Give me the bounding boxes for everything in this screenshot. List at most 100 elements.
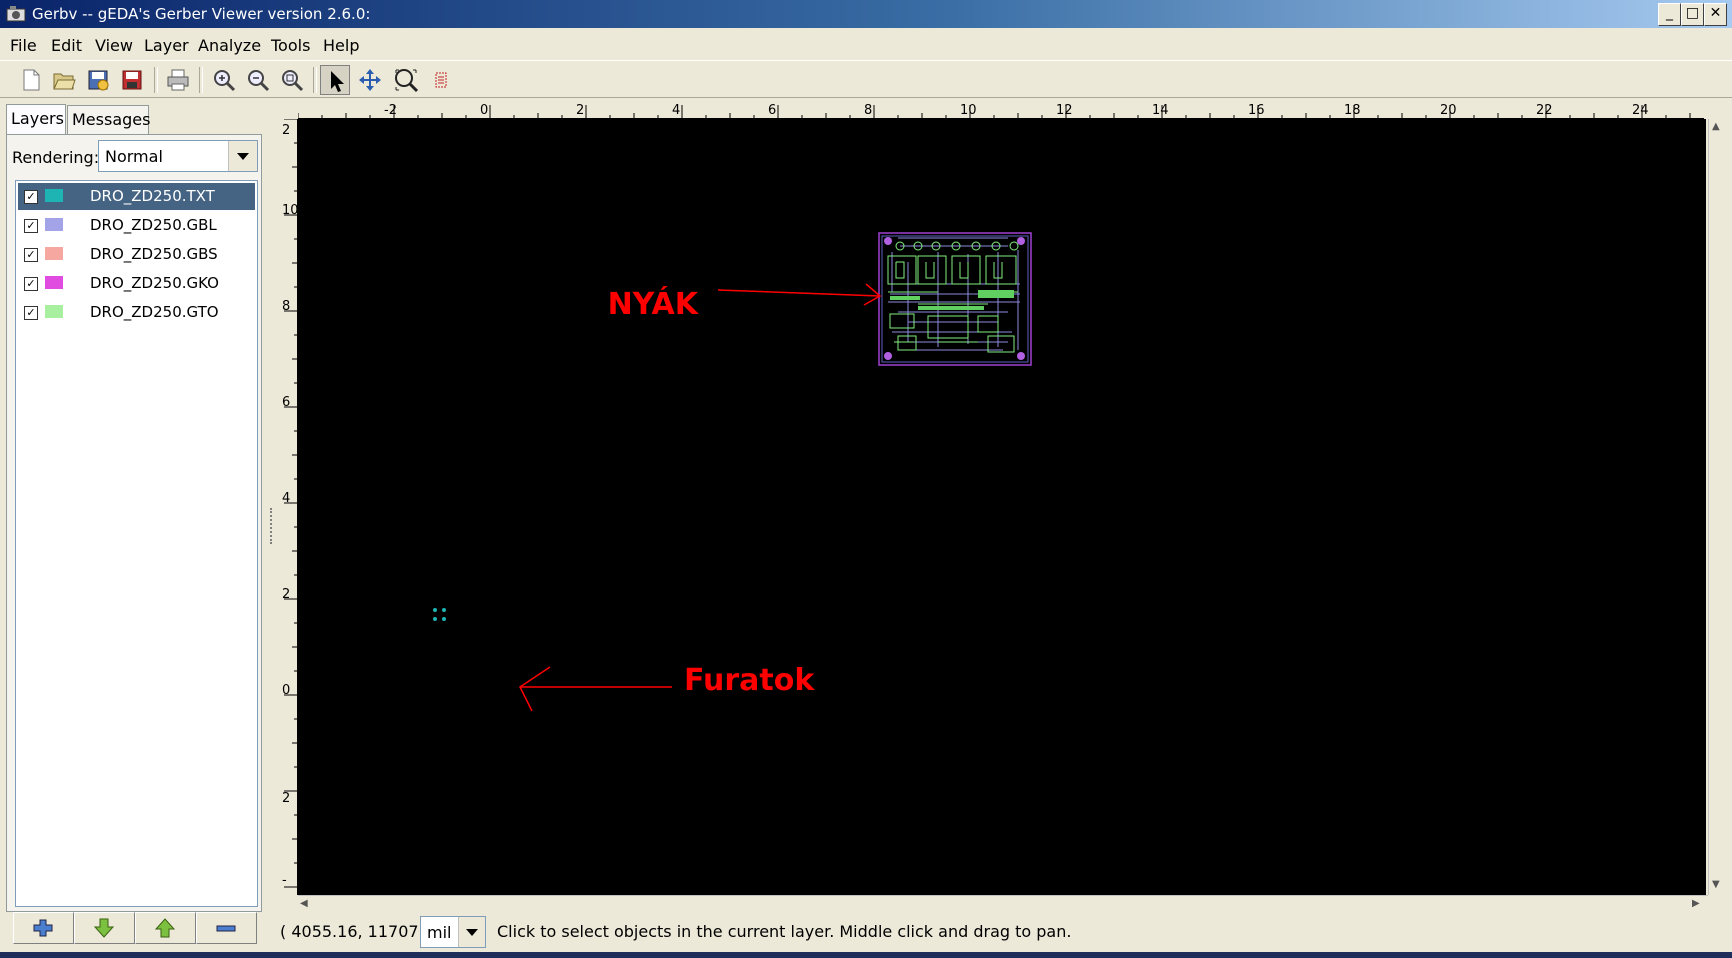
- layer-color-swatch[interactable]: [45, 305, 63, 318]
- menu-view[interactable]: View: [95, 36, 133, 55]
- toolbar-separator: [154, 67, 158, 93]
- ruler-label: 6: [282, 395, 291, 410]
- ruler-label: 12: [1056, 103, 1073, 118]
- maximize-button[interactable]: □: [1681, 3, 1704, 26]
- horizontal-scrollbar[interactable]: ◀ ▶: [298, 895, 1708, 911]
- ruler-label: 4: [672, 103, 681, 118]
- layer-name: DRO_ZD250.GKO: [90, 274, 219, 292]
- cursor-coordinates: ( 4055.16, 11707.: [280, 922, 424, 941]
- ruler-label: 6: [768, 103, 777, 118]
- scroll-right-icon[interactable]: ▶: [1692, 898, 1700, 909]
- tab-layers[interactable]: Layers: [6, 104, 66, 135]
- taskbar-strip: [0, 952, 1732, 958]
- menu-help[interactable]: Help: [323, 36, 359, 55]
- ruler-label: 14: [1152, 103, 1169, 118]
- ruler-label: 24: [1632, 103, 1649, 118]
- menu-bar: File Edit View Layer Analyze Tools Help: [0, 31, 1732, 59]
- move-layer-down-button[interactable]: [74, 912, 135, 944]
- menu-tools[interactable]: Tools: [271, 36, 310, 55]
- layer-color-swatch[interactable]: [45, 218, 63, 231]
- ruler-label: 2: [282, 791, 291, 806]
- ruler-label: -2: [384, 103, 397, 118]
- zoom-tool-icon[interactable]: [391, 65, 421, 95]
- layer-visible-checkbox[interactable]: ✓: [24, 190, 38, 204]
- measure-tool-icon[interactable]: [427, 65, 457, 95]
- print-icon[interactable]: [163, 65, 193, 95]
- toolbar-separator: [313, 67, 317, 93]
- minimize-button[interactable]: _: [1658, 3, 1681, 26]
- ruler-label: 10: [282, 203, 298, 218]
- ruler-label: 0: [480, 103, 489, 118]
- layer-row[interactable]: ✓ DRO_ZD250.TXT: [18, 183, 255, 210]
- layer-visible-checkbox[interactable]: ✓: [24, 306, 38, 320]
- open-icon[interactable]: [49, 65, 79, 95]
- pcb-label: NYÁK: [607, 287, 698, 322]
- layer-color-swatch[interactable]: [45, 276, 63, 289]
- move-layer-up-icon: [154, 918, 176, 938]
- layer-row[interactable]: ✓ DRO_ZD250.GTO: [18, 299, 255, 326]
- toolbar-separator: [199, 67, 203, 93]
- menu-analyze[interactable]: Analyze: [198, 36, 261, 55]
- ruler-label: 2: [282, 123, 291, 138]
- pan-tool-icon[interactable]: [355, 65, 385, 95]
- save-icon[interactable]: [117, 65, 147, 95]
- layer-name: DRO_ZD250.TXT: [90, 187, 215, 205]
- pane-splitter[interactable]: [270, 508, 274, 544]
- annotation-arrows: [519, 283, 882, 712]
- layer-name: DRO_ZD250.GBS: [90, 245, 218, 263]
- layer-visible-checkbox[interactable]: ✓: [24, 219, 38, 233]
- menu-edit[interactable]: Edit: [51, 36, 82, 55]
- layer-list: ✓ DRO_ZD250.TXT ✓ DRO_ZD250.GBL ✓ DRO_ZD…: [15, 180, 258, 907]
- rendering-select[interactable]: Normal: [98, 140, 258, 172]
- pointer-tool-icon[interactable]: [320, 65, 350, 95]
- vertical-scrollbar[interactable]: ▲ ▼: [1708, 119, 1724, 895]
- scroll-left-icon[interactable]: ◀: [300, 898, 308, 909]
- revert-icon[interactable]: [83, 65, 113, 95]
- add-layer-button[interactable]: [13, 912, 74, 944]
- zoom-out-icon[interactable]: [243, 65, 273, 95]
- holes-label: Furatok: [684, 663, 815, 698]
- ruler-label: 4: [282, 491, 291, 506]
- layer-name: DRO_ZD250.GTO: [90, 303, 219, 321]
- app-icon: [6, 6, 26, 22]
- chevron-down-icon[interactable]: [458, 917, 485, 947]
- layer-visible-checkbox[interactable]: ✓: [24, 248, 38, 262]
- layer-visible-checkbox[interactable]: ✓: [24, 277, 38, 291]
- ruler-label: 2: [576, 103, 585, 118]
- status-message: Click to select objects in the current l…: [497, 922, 1072, 941]
- layer-row[interactable]: ✓ DRO_ZD250.GBS: [18, 241, 255, 268]
- menu-layer[interactable]: Layer: [144, 36, 189, 55]
- units-select[interactable]: mil: [420, 916, 486, 948]
- layer-name: DRO_ZD250.GBL: [90, 216, 217, 234]
- tab-messages[interactable]: Messages: [67, 105, 150, 134]
- ruler-top: -2 0 2 4 6 8 10 12 14 16 18 20 22 24: [298, 100, 1704, 119]
- ruler-label: 0: [282, 683, 291, 698]
- menu-file[interactable]: File: [10, 36, 37, 55]
- remove-layer-button[interactable]: [196, 912, 257, 944]
- zoom-fit-icon[interactable]: [277, 65, 307, 95]
- scroll-up-icon[interactable]: ▲: [1712, 121, 1720, 132]
- new-icon[interactable]: [16, 65, 46, 95]
- ruler-label: 20: [1440, 103, 1457, 118]
- chevron-down-icon[interactable]: [228, 141, 257, 171]
- ruler-label: 2: [282, 587, 291, 602]
- move-layer-up-button[interactable]: [135, 912, 196, 944]
- layer-row[interactable]: ✓ DRO_ZD250.GBL: [18, 212, 255, 239]
- layer-row[interactable]: ✓ DRO_ZD250.GKO: [18, 270, 255, 297]
- title-bar: Gerbv -- gEDA's Gerber Viewer version 2.…: [0, 0, 1732, 28]
- scroll-down-icon[interactable]: ▼: [1712, 879, 1720, 890]
- rendering-label: Rendering:: [12, 148, 100, 167]
- layer-color-swatch[interactable]: [45, 247, 63, 260]
- zoom-in-icon[interactable]: [209, 65, 239, 95]
- close-button[interactable]: ✕: [1704, 3, 1727, 26]
- layer-color-swatch[interactable]: [45, 189, 63, 202]
- ruler-label: -: [282, 873, 287, 888]
- move-layer-down-icon: [93, 918, 115, 938]
- ruler-left: 2 10 8 6 4 2 0 2 -: [280, 119, 298, 895]
- ruler-label: 18: [1344, 103, 1361, 118]
- drawing-canvas[interactable]: NYÁK Furatok: [298, 119, 1706, 895]
- ruler-label: 16: [1248, 103, 1265, 118]
- ruler-label: 8: [864, 103, 873, 118]
- toolbar: [0, 60, 1732, 98]
- ruler-label: 10: [960, 103, 977, 118]
